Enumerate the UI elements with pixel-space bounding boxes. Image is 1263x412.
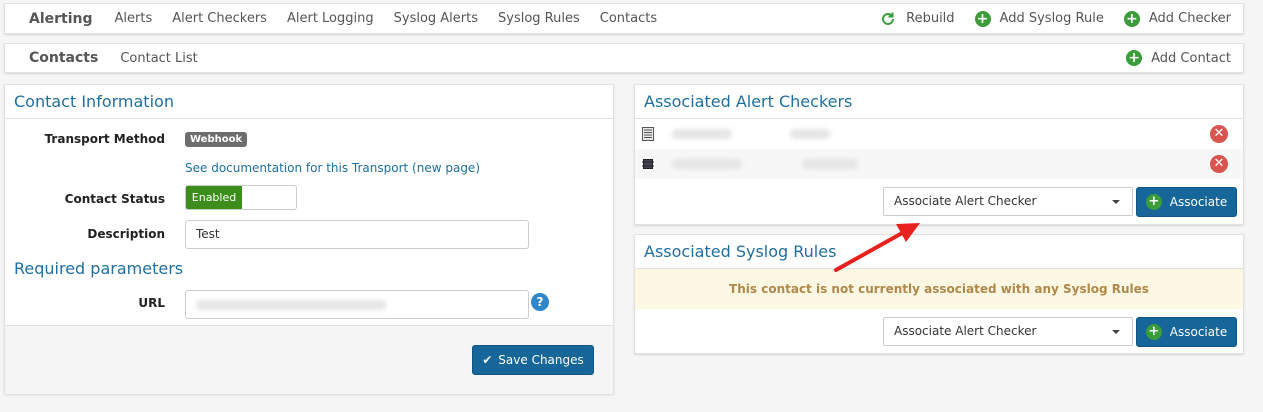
status-toggle[interactable]: Enabled — [185, 185, 297, 210]
chip-icon — [642, 159, 654, 169]
remove-icon[interactable]: ✕ — [1210, 155, 1228, 173]
plus-icon: + — [1123, 10, 1140, 27]
rebuild-label: Rebuild — [906, 11, 955, 26]
description-input[interactable]: Test — [185, 220, 529, 249]
save-changes-button[interactable]: ✔ Save Changes — [472, 345, 594, 375]
associate-alert-checker-select[interactable]: Associate Alert Checker — [883, 187, 1133, 216]
contact-information-panel: Contact Information Transport Method Web… — [4, 84, 614, 394]
url-label: URL — [138, 296, 165, 310]
plus-icon: + — [974, 10, 991, 27]
add-checker-label: Add Checker — [1148, 11, 1231, 26]
add-contact-button[interactable]: + Add Contact — [1126, 50, 1231, 66]
check-icon: ✔ — [482, 353, 493, 367]
nav-link-alert-logging[interactable]: Alert Logging — [287, 11, 374, 26]
nav-link-contact-list[interactable]: Contact List — [120, 51, 197, 66]
plus-icon: + — [1145, 194, 1162, 210]
transport-row: Transport Method — [5, 132, 165, 146]
chevron-down-icon — [1112, 330, 1120, 334]
redacted-text — [802, 159, 858, 169]
required-parameters-heading: Required parameters — [14, 259, 184, 278]
chevron-down-icon — [1112, 200, 1120, 204]
remove-icon[interactable]: ✕ — [1210, 125, 1228, 143]
add-syslog-rule-button[interactable]: + Add Syslog Rule — [974, 10, 1104, 27]
contact-status-label: Contact Status — [64, 192, 165, 206]
associate-label: Associate — [1169, 195, 1228, 209]
select-value: Associate Alert Checker — [894, 324, 1037, 338]
nav-link-syslog-rules[interactable]: Syslog Rules — [498, 11, 580, 26]
associate-label: Associate — [1169, 325, 1228, 339]
select-value: Associate Alert Checker — [894, 194, 1037, 208]
plus-icon: + — [1126, 50, 1143, 66]
empty-state-message: This contact is not currently associated… — [635, 269, 1243, 309]
associate-button[interactable]: + Associate — [1136, 317, 1237, 347]
section-title[interactable]: Contacts — [29, 50, 98, 66]
description-label: Description — [87, 227, 165, 241]
transport-method-label: Transport Method — [44, 132, 165, 146]
associated-alert-checkers-panel: Associated Alert Checkers ✕ ✕ Associate … — [634, 84, 1244, 225]
panel-title: Associated Alert Checkers — [635, 85, 1243, 119]
refresh-icon — [882, 12, 895, 25]
redacted-text — [672, 159, 742, 169]
panel-title: Associated Syslog Rules — [635, 235, 1243, 269]
plus-icon: + — [1145, 324, 1162, 340]
panel-footer: ✔ Save Changes — [5, 325, 613, 394]
table-row: ✕ — [635, 149, 1243, 179]
associate-button[interactable]: + Associate — [1136, 187, 1237, 217]
associate-syslog-rule-select[interactable]: Associate Alert Checker — [883, 317, 1133, 346]
redacted-text — [790, 129, 830, 139]
nav-link-contacts[interactable]: Contacts — [600, 11, 657, 26]
save-changes-label: Save Changes — [498, 353, 584, 367]
redacted-text — [672, 129, 732, 139]
add-checker-button[interactable]: + Add Checker — [1123, 10, 1231, 27]
nav-actions: Rebuild + Add Syslog Rule + Add Checker — [860, 10, 1231, 27]
transport-badge: Webhook — [185, 132, 248, 147]
toggle-enabled-label: Enabled — [186, 186, 242, 209]
brand-title[interactable]: Alerting — [29, 11, 93, 27]
rebuild-button[interactable]: Rebuild — [880, 11, 955, 27]
url-input[interactable] — [185, 290, 529, 319]
nav-link-alert-checkers[interactable]: Alert Checkers — [172, 11, 267, 26]
sub-navbar: Contacts Contact List + Add Contact — [4, 43, 1244, 73]
add-syslog-rule-label: Add Syslog Rule — [999, 11, 1104, 26]
associated-syslog-rules-panel: Associated Syslog Rules This contact is … — [634, 234, 1244, 354]
help-icon[interactable]: ? — [531, 293, 549, 311]
nav-link-syslog-alerts[interactable]: Syslog Alerts — [394, 11, 478, 26]
url-row: URL — [5, 296, 165, 310]
top-navbar: Alerting Alerts Alert Checkers Alert Log… — [4, 3, 1244, 34]
server-icon — [642, 127, 654, 141]
nav-link-alerts[interactable]: Alerts — [115, 11, 153, 26]
documentation-link[interactable]: See documentation for this Transport (ne… — [185, 161, 480, 175]
redacted-url — [196, 299, 386, 310]
panel-title: Contact Information — [5, 85, 613, 119]
status-row: Contact Status — [5, 192, 165, 206]
subnav-actions: + Add Contact — [1106, 50, 1231, 66]
description-row: Description — [5, 227, 165, 241]
table-row: ✕ — [635, 119, 1243, 149]
add-contact-label: Add Contact — [1151, 50, 1231, 66]
